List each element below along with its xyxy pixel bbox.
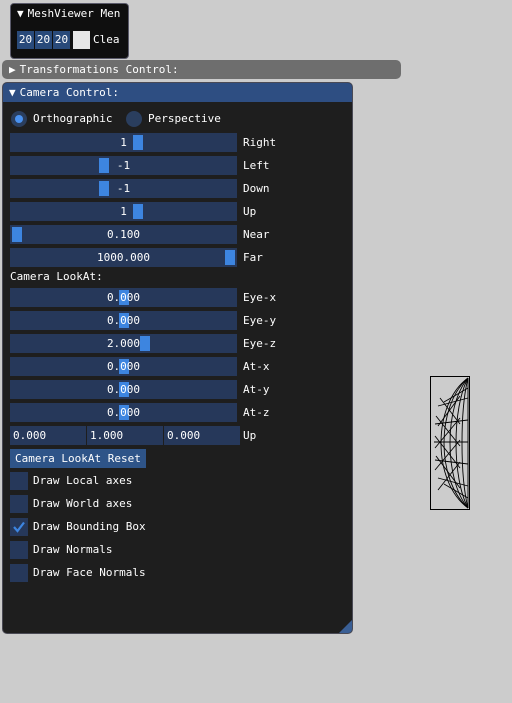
lookat-slider-at-z[interactable]: 0.000 <box>10 403 237 422</box>
checkbox-label: Draw World axes <box>33 497 133 510</box>
radio-perspective[interactable] <box>126 111 142 127</box>
slider-value: 0.000 <box>106 383 141 396</box>
meshviewer-title-bar[interactable]: ▼ MeshViewer Men <box>11 4 128 23</box>
radio-selected-dot <box>15 115 23 123</box>
camera-control-title-bar[interactable]: ▼ Camera Control: <box>3 83 352 102</box>
meshviewer-title: MeshViewer Men <box>27 7 121 20</box>
collapse-arrow-icon[interactable]: ▼ <box>17 7 24 20</box>
expand-arrow-icon[interactable]: ▶ <box>9 63 16 76</box>
checkbox-draw-normals[interactable] <box>10 541 28 559</box>
slider-value: 1 <box>120 205 127 218</box>
lookat-slider-eye-y[interactable]: 0.000 <box>10 311 237 330</box>
camera-control-window: ▼ Camera Control: Orthographic Perspectiv… <box>2 82 353 634</box>
lookat-label-eye-z: Eye-z <box>243 337 277 350</box>
lookat-label-eye-y: Eye-y <box>243 314 277 327</box>
color-g-field[interactable]: 20 <box>35 31 52 49</box>
lookat-slider-at-x[interactable]: 0.000 <box>10 357 237 376</box>
resize-grip-icon[interactable] <box>339 620 352 633</box>
lookat-label-at-y: At-y <box>243 383 270 396</box>
projection-slider-left[interactable]: -1 <box>10 156 237 175</box>
clear-color-label: Clea <box>93 33 120 46</box>
lookat-label-at-x: At-x <box>243 360 270 373</box>
checkbox-label: Draw Local axes <box>33 474 133 487</box>
color-b-field[interactable]: 20 <box>53 31 70 49</box>
projection-slider-far[interactable]: 1000.000 <box>10 248 237 267</box>
checkbox-label: Draw Normals <box>33 543 113 556</box>
up-z-field[interactable]: 0.000 <box>164 426 240 445</box>
lookat-slider-eye-z[interactable]: 2.000 <box>10 334 237 353</box>
projection-slider-right[interactable]: 1 <box>10 133 237 152</box>
checkbox-label: Draw Face Normals <box>33 566 146 579</box>
lookat-slider-eye-x[interactable]: 0.000 <box>10 288 237 307</box>
slider-value: 2.000 <box>106 337 141 350</box>
camera-lookat-reset-button[interactable]: Camera LookAt Reset <box>10 449 146 468</box>
transformations-title: Transformations Control: <box>19 63 179 76</box>
projection-label-up: Up <box>243 205 257 218</box>
slider-value: 0.100 <box>106 228 141 241</box>
checkbox-draw-world-axes[interactable] <box>10 495 28 513</box>
radio-orthographic-label: Orthographic <box>33 112 113 125</box>
mesh-viewport-render <box>430 376 470 510</box>
lookat-label-at-z: At-z <box>243 406 270 419</box>
transformations-control-header[interactable]: ▶ Transformations Control: <box>2 60 401 79</box>
slider-value: 0.000 <box>106 314 141 327</box>
projection-slider-up[interactable]: 1 <box>10 202 237 221</box>
slider-value: 0.000 <box>106 291 141 304</box>
projection-label-far: Far <box>243 251 263 264</box>
slider-value: -1 <box>116 182 131 195</box>
camera-control-title: Camera Control: <box>19 86 119 99</box>
checkmark-icon <box>13 521 25 533</box>
up-y-field[interactable]: 1.000 <box>87 426 163 445</box>
projection-label-near: Near <box>243 228 270 241</box>
checkbox-draw-local-axes[interactable] <box>10 472 28 490</box>
color-swatch[interactable] <box>73 31 90 49</box>
checkbox-draw-bounding-box[interactable] <box>10 518 28 536</box>
mesh-wireframe <box>434 377 469 509</box>
slider-value: 0.000 <box>106 360 141 373</box>
checkbox-draw-face-normals[interactable] <box>10 564 28 582</box>
color-r-field[interactable]: 20 <box>17 31 34 49</box>
projection-label-down: Down <box>243 182 270 195</box>
up-label: Up <box>243 429 257 442</box>
lookat-label-eye-x: Eye-x <box>243 291 277 304</box>
radio-perspective-label: Perspective <box>148 112 221 125</box>
up-x-field[interactable]: 0.000 <box>10 426 86 445</box>
radio-orthographic[interactable] <box>11 111 27 127</box>
slider-value: 0.000 <box>106 406 141 419</box>
camera-lookat-heading: Camera LookAt: <box>10 270 103 283</box>
slider-value: 1000.000 <box>97 251 150 264</box>
checkbox-label: Draw Bounding Box <box>33 520 146 533</box>
projection-slider-near[interactable]: 0.100 <box>10 225 237 244</box>
meshviewer-controls: 20 20 20 Clea <box>17 31 120 51</box>
lookat-slider-at-y[interactable]: 0.000 <box>10 380 237 399</box>
meshviewer-window: ▼ MeshViewer Men 20 20 20 Clea <box>10 3 129 59</box>
collapse-arrow-icon[interactable]: ▼ <box>9 86 16 99</box>
projection-label-left: Left <box>243 159 270 172</box>
projection-label-right: Right <box>243 136 277 149</box>
slider-value: -1 <box>116 159 131 172</box>
projection-slider-down[interactable]: -1 <box>10 179 237 198</box>
slider-value: 1 <box>120 136 127 149</box>
